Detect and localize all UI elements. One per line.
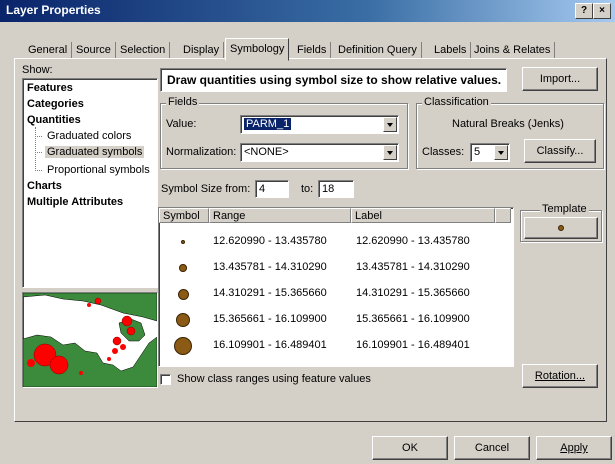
column-header-label[interactable]: Label <box>351 208 495 223</box>
label-cell[interactable]: 15.365661 - 16.109900 <box>356 313 470 325</box>
symbol-table: Symbol Range Label 12.620990 - 13.435780… <box>158 207 514 367</box>
rotation-button[interactable]: Rotation... <box>522 364 598 388</box>
map-preview <box>22 292 158 388</box>
normalization-label: Normalization: <box>166 146 237 158</box>
symbol-swatch[interactable] <box>179 264 187 272</box>
apply-button-label: Apply <box>560 442 588 454</box>
tab-general[interactable]: General <box>24 42 73 59</box>
tab-joins-relates[interactable]: Joins & Relates <box>470 42 556 59</box>
range-cell[interactable]: 16.109901 - 16.489401 <box>213 339 327 351</box>
show-class-ranges-checkbox[interactable] <box>160 374 171 385</box>
fields-group-label: Fields <box>166 96 200 108</box>
label-cell[interactable]: 13.435781 - 14.310290 <box>356 261 470 273</box>
chevron-down-icon[interactable] <box>383 145 397 160</box>
classify-button-label: Classify... <box>536 145 584 157</box>
classify-button[interactable]: Classify... <box>524 139 596 163</box>
tree-line <box>35 127 36 171</box>
tab-definition-query[interactable]: Definition Query <box>334 42 422 59</box>
value-selected: PARM_1 <box>244 118 292 130</box>
tab-labels[interactable]: Labels <box>430 42 472 59</box>
value-label: Value: <box>166 118 197 130</box>
ok-button[interactable]: OK <box>372 436 448 460</box>
tree-branch <box>35 170 42 171</box>
show-class-ranges-label: Show class ranges using feature values <box>177 373 371 385</box>
show-item-proportional-symbols[interactable]: Proportional symbols <box>47 164 150 176</box>
range-cell[interactable]: 14.310291 - 15.365660 <box>213 287 327 299</box>
template-symbol <box>558 225 564 231</box>
show-label: Show: <box>22 64 53 76</box>
symbol-size-from-label: Symbol Size from: <box>161 183 251 195</box>
show-item-features[interactable]: Features <box>27 82 73 94</box>
show-item-multiple-attributes[interactable]: Multiple Attributes <box>27 196 123 208</box>
show-item-graduated-colors[interactable]: Graduated colors <box>47 130 131 142</box>
tab-source[interactable]: Source <box>72 42 116 59</box>
normalization-dropdown[interactable]: <NONE> <box>240 143 399 162</box>
symbol-size-to-label: to: <box>301 183 314 195</box>
ok-button-label: OK <box>402 442 418 454</box>
close-button[interactable]: × <box>593 3 611 19</box>
classes-value: 5 <box>474 146 481 158</box>
import-button[interactable]: Import... <box>522 67 598 91</box>
show-item-quantities[interactable]: Quantities <box>27 114 81 126</box>
column-header-symbol[interactable]: Symbol <box>159 208 209 223</box>
chevron-down-icon[interactable] <box>494 145 508 160</box>
column-header-filler <box>495 208 511 223</box>
template-symbol-button[interactable] <box>524 217 598 239</box>
map-preview-image <box>23 293 157 387</box>
tab-selection[interactable]: Selection <box>116 42 171 59</box>
help-button[interactable]: ? <box>575 3 593 19</box>
title-bar: Layer Properties ? × <box>0 0 615 22</box>
column-header-range[interactable]: Range <box>209 208 351 223</box>
symbol-swatch[interactable] <box>181 240 185 244</box>
classification-method: Natural Breaks (Jenks) <box>452 118 564 130</box>
tab-display[interactable]: Display <box>179 42 225 59</box>
template-label: Template <box>540 203 589 215</box>
symbol-size-from-input[interactable]: 4 <box>255 180 289 198</box>
description-text: Draw quantities using symbol size to sho… <box>167 73 502 87</box>
tab-fields[interactable]: Fields <box>293 42 332 59</box>
show-tree: Features Categories Quantities Graduated… <box>22 78 158 288</box>
description-box: Draw quantities using symbol size to sho… <box>160 68 507 92</box>
tree-branch <box>35 136 42 137</box>
rotation-button-label: Rotation... <box>534 370 586 382</box>
show-item-charts[interactable]: Charts <box>27 180 62 192</box>
symbol-swatch[interactable] <box>177 288 189 300</box>
range-cell[interactable]: 13.435781 - 14.310290 <box>213 261 327 273</box>
cancel-button-label: Cancel <box>474 442 510 454</box>
symbol-swatch[interactable] <box>174 337 192 355</box>
classes-label: Classes: <box>422 146 465 158</box>
apply-button[interactable]: Apply <box>536 436 612 460</box>
tree-branch <box>35 152 42 153</box>
cancel-button[interactable]: Cancel <box>454 436 530 460</box>
range-cell[interactable]: 12.620990 - 13.435780 <box>213 235 327 247</box>
import-button-label: Import... <box>539 73 581 85</box>
window-title: Layer Properties <box>6 3 101 17</box>
label-cell[interactable]: 16.109901 - 16.489401 <box>356 339 470 351</box>
symbol-size-to-input[interactable]: 18 <box>318 180 354 198</box>
classification-group-label: Classification <box>422 96 491 108</box>
chevron-down-icon[interactable] <box>383 117 397 132</box>
classes-dropdown[interactable]: 5 <box>470 143 510 162</box>
normalization-selected: <NONE> <box>244 146 289 158</box>
show-item-categories[interactable]: Categories <box>27 98 84 110</box>
tab-symbology[interactable]: Symbology <box>225 38 290 61</box>
show-item-graduated-symbols[interactable]: Graduated symbols <box>45 146 145 158</box>
value-dropdown[interactable]: PARM_1 <box>240 115 399 134</box>
label-cell[interactable]: 12.620990 - 13.435780 <box>356 235 470 247</box>
label-cell[interactable]: 14.310291 - 15.365660 <box>356 287 470 299</box>
range-cell[interactable]: 15.365661 - 16.109900 <box>213 313 327 325</box>
symbol-swatch[interactable] <box>175 312 191 328</box>
